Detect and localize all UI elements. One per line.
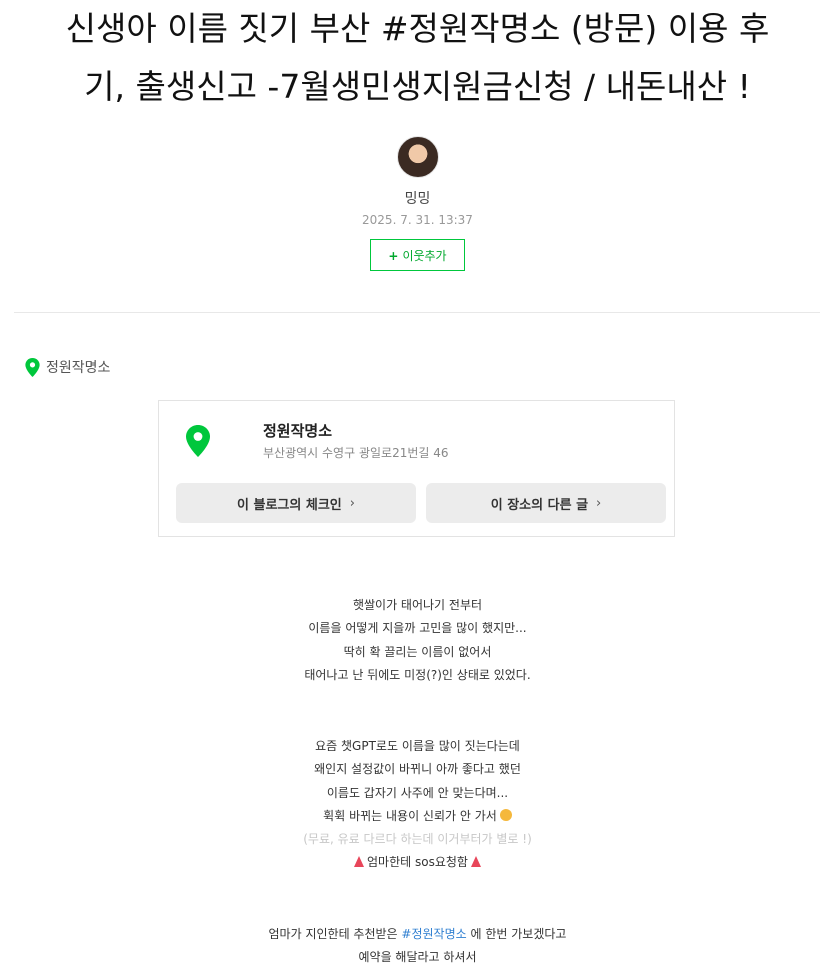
- place-label[interactable]: 정원작명소: [25, 357, 110, 377]
- follow-button[interactable]: + 이웃추가: [370, 239, 465, 271]
- paragraph-1: 햇쌀이가 태어나기 전부터 이름을 어떻게 지을까 고민을 많이 했지만... …: [0, 594, 835, 687]
- text-line: 햇쌀이가 태어나기 전부터: [352, 598, 483, 612]
- text-line-content: 휙휙 바뀌는 내용이 신뢰가 안 가서: [323, 808, 497, 823]
- party-popper-emoji-icon: [470, 856, 481, 868]
- author-nickname[interactable]: 밍밍: [0, 188, 835, 208]
- text-line: 요즘 챗GPT로도 이름을 많이 짓는다는데: [315, 739, 520, 753]
- place-other-posts-button[interactable]: 이 장소의 다른 글 ›: [426, 483, 666, 523]
- text-line: 엄마한테 sos요청함: [0, 851, 835, 874]
- paragraph-3: 엄마가 지인한테 추천받은 #정원작명소 에 한번 가보겠다고 예약을 해달라고…: [0, 923, 835, 970]
- avatar[interactable]: [396, 136, 439, 178]
- author-block: 밍밍 2025. 7. 31. 13:37 + 이웃추가: [0, 136, 835, 271]
- text-line: 예약을 해달라고 하셔서: [358, 950, 477, 965]
- plus-icon: +: [388, 249, 399, 263]
- text-line: 왜인지 설정값이 바뀌니 아까 좋다고 했던: [314, 762, 521, 777]
- text-line: 엄마가 지인한테 추천받은 #정원작명소 에 한번 가보겠다고: [0, 923, 835, 946]
- flushed-face-emoji-icon: [499, 808, 512, 821]
- place-name[interactable]: 정원작명소: [263, 420, 332, 441]
- chevron-right-icon: ›: [596, 495, 602, 511]
- place-other-posts-label: 이 장소의 다른 글: [490, 497, 589, 513]
- text-line-content: 엄마한테 sos요청함: [367, 855, 468, 870]
- post-title-line2: 기, 출생신고 -7월생민생지원금신청 / 내돈내산 !: [84, 67, 751, 106]
- place-label-text: 정원작명소: [46, 360, 111, 376]
- text-line-faint: (무료, 유료 다르다 하는데 이거부터가 별로 !): [303, 832, 532, 847]
- post-date: 2025. 7. 31. 13:37: [362, 213, 473, 227]
- place-card[interactable]: 정원작명소 부산광역시 수영구 광일로21번길 46 이 블로그의 체크인 › …: [158, 400, 675, 537]
- map-pin-icon: [186, 425, 210, 457]
- post-title-line1: 신생아 이름 짓기 부산 #정원작명소 (방문) 이용 후: [65, 9, 770, 48]
- header-divider: [14, 312, 820, 313]
- text-line: 휙휙 바뀌는 내용이 신뢰가 안 가서: [0, 805, 835, 828]
- blog-checkin-label: 이 블로그의 체크인: [237, 497, 342, 513]
- map-pin-icon: [25, 357, 40, 377]
- follow-button-label: 이웃추가: [402, 249, 447, 263]
- text-line: 이름도 갑자기 사주에 안 맞는다며...: [326, 785, 509, 800]
- blog-checkin-button[interactable]: 이 블로그의 체크인 ›: [176, 483, 416, 523]
- text-line-content: 에 한번 가보겠다고: [470, 927, 567, 941]
- text-line: 딱히 확 끌리는 이름이 없어서: [343, 644, 492, 659]
- hashtag-link[interactable]: #정원작명소: [401, 927, 466, 941]
- paragraph-2: 요즘 챗GPT로도 이름을 많이 짓는다는데 왜인지 설정값이 바뀌니 아까 좋…: [0, 735, 835, 875]
- chevron-right-icon: ›: [349, 495, 355, 511]
- text-line-content: 엄마가 지인한테 추천받은: [268, 927, 398, 941]
- post-title: 신생아 이름 짓기 부산 #정원작명소 (방문) 이용 후 기, 출생신고 -7…: [20, 0, 815, 116]
- party-popper-emoji-icon: [354, 856, 365, 868]
- text-line: 이름을 어떻게 지을까 고민을 많이 했지만...: [308, 621, 527, 636]
- place-address: 부산광역시 수영구 광일로21번길 46: [263, 446, 449, 460]
- text-line: 태어나고 난 뒤에도 미정(?)인 상태로 있었다.: [304, 667, 531, 682]
